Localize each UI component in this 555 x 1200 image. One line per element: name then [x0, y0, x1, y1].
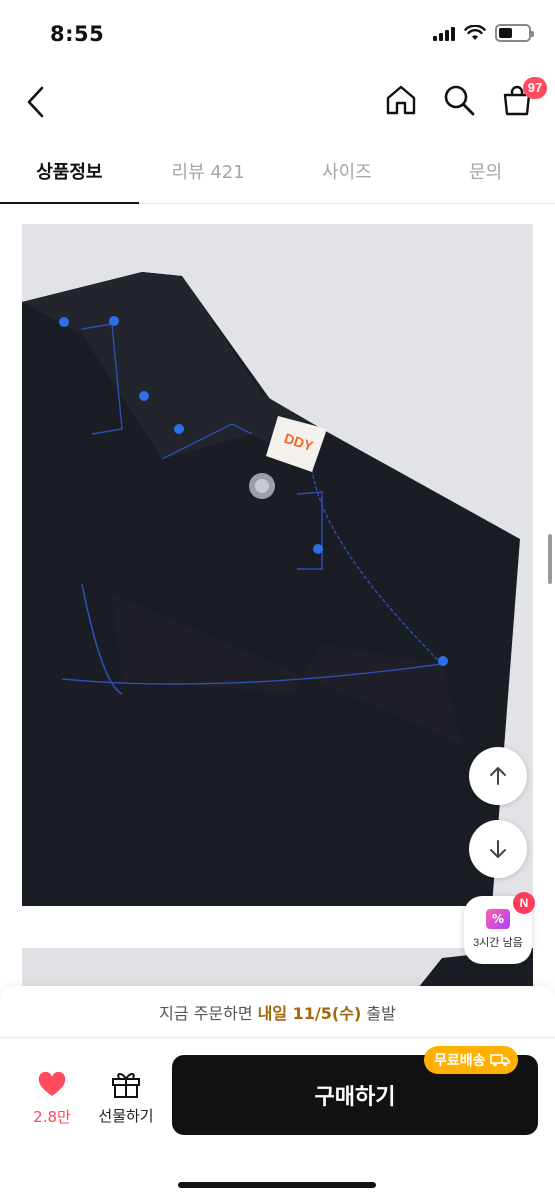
search-button[interactable]	[441, 80, 477, 120]
product-tabs: 상품정보 리뷰 421 사이즈 문의	[0, 142, 555, 204]
product-image: DDY	[22, 224, 533, 906]
delivery-estimate: 지금 주문하면 내일 11/5(수) 출발	[0, 986, 555, 1038]
gift-label: 선물하기	[98, 1107, 154, 1125]
arrow-up-icon	[490, 767, 506, 785]
delivery-date: 내일 11/5(수)	[257, 1004, 362, 1023]
header-actions: 97	[383, 77, 547, 120]
cart-count-badge: 97	[523, 77, 547, 99]
delivery-prefix: 지금 주문하면	[159, 1004, 258, 1023]
gift-button[interactable]: 선물하기	[92, 1070, 160, 1126]
status-time: 8:55	[50, 22, 105, 46]
coupon-icon: %	[486, 909, 510, 929]
status-bar: 8:55	[0, 0, 555, 62]
jeans-illustration	[22, 224, 533, 906]
home-indicator[interactable]	[178, 1182, 376, 1188]
free-shipping-badge: 무료배송	[424, 1046, 518, 1074]
tab-size[interactable]: 사이즈	[278, 142, 417, 203]
truck-icon	[489, 1054, 510, 1067]
search-icon	[444, 85, 475, 116]
tab-inquiry[interactable]: 문의	[416, 142, 555, 203]
new-badge: N	[513, 892, 535, 914]
gift-icon	[112, 1073, 140, 1098]
wifi-icon	[464, 25, 486, 40]
heart-icon	[38, 1071, 66, 1096]
scroll-top-button[interactable]	[469, 747, 527, 805]
app-header: 97	[0, 62, 555, 142]
tab-reviews[interactable]: 리뷰 421	[139, 142, 278, 203]
tab-product-info[interactable]: 상품정보	[0, 142, 139, 204]
home-button[interactable]	[383, 80, 419, 120]
page-scrollbar[interactable]	[548, 534, 552, 584]
purchase-bar: 지금 주문하면 내일 11/5(수) 출발 2.8만 선물하기 구매하기	[0, 986, 555, 1200]
battery-icon	[495, 24, 534, 42]
signal-icon	[433, 26, 455, 41]
back-button[interactable]	[18, 82, 54, 122]
like-count: 2.8만	[33, 1108, 71, 1126]
free-shipping-label: 무료배송	[434, 1053, 486, 1069]
cart-button[interactable]: 97	[499, 77, 547, 120]
coupon-timer-label: 3시간 남음	[473, 937, 523, 949]
status-icons	[433, 24, 534, 42]
back-icon	[27, 86, 44, 118]
like-button[interactable]: 2.8만	[22, 1071, 82, 1127]
scroll-bottom-button[interactable]	[469, 820, 527, 878]
arrow-down-icon	[490, 840, 506, 858]
delivery-suffix: 출발	[361, 1004, 396, 1023]
home-icon	[386, 85, 416, 115]
coupon-timer-button[interactable]: N % 3시간 남음	[464, 892, 535, 964]
